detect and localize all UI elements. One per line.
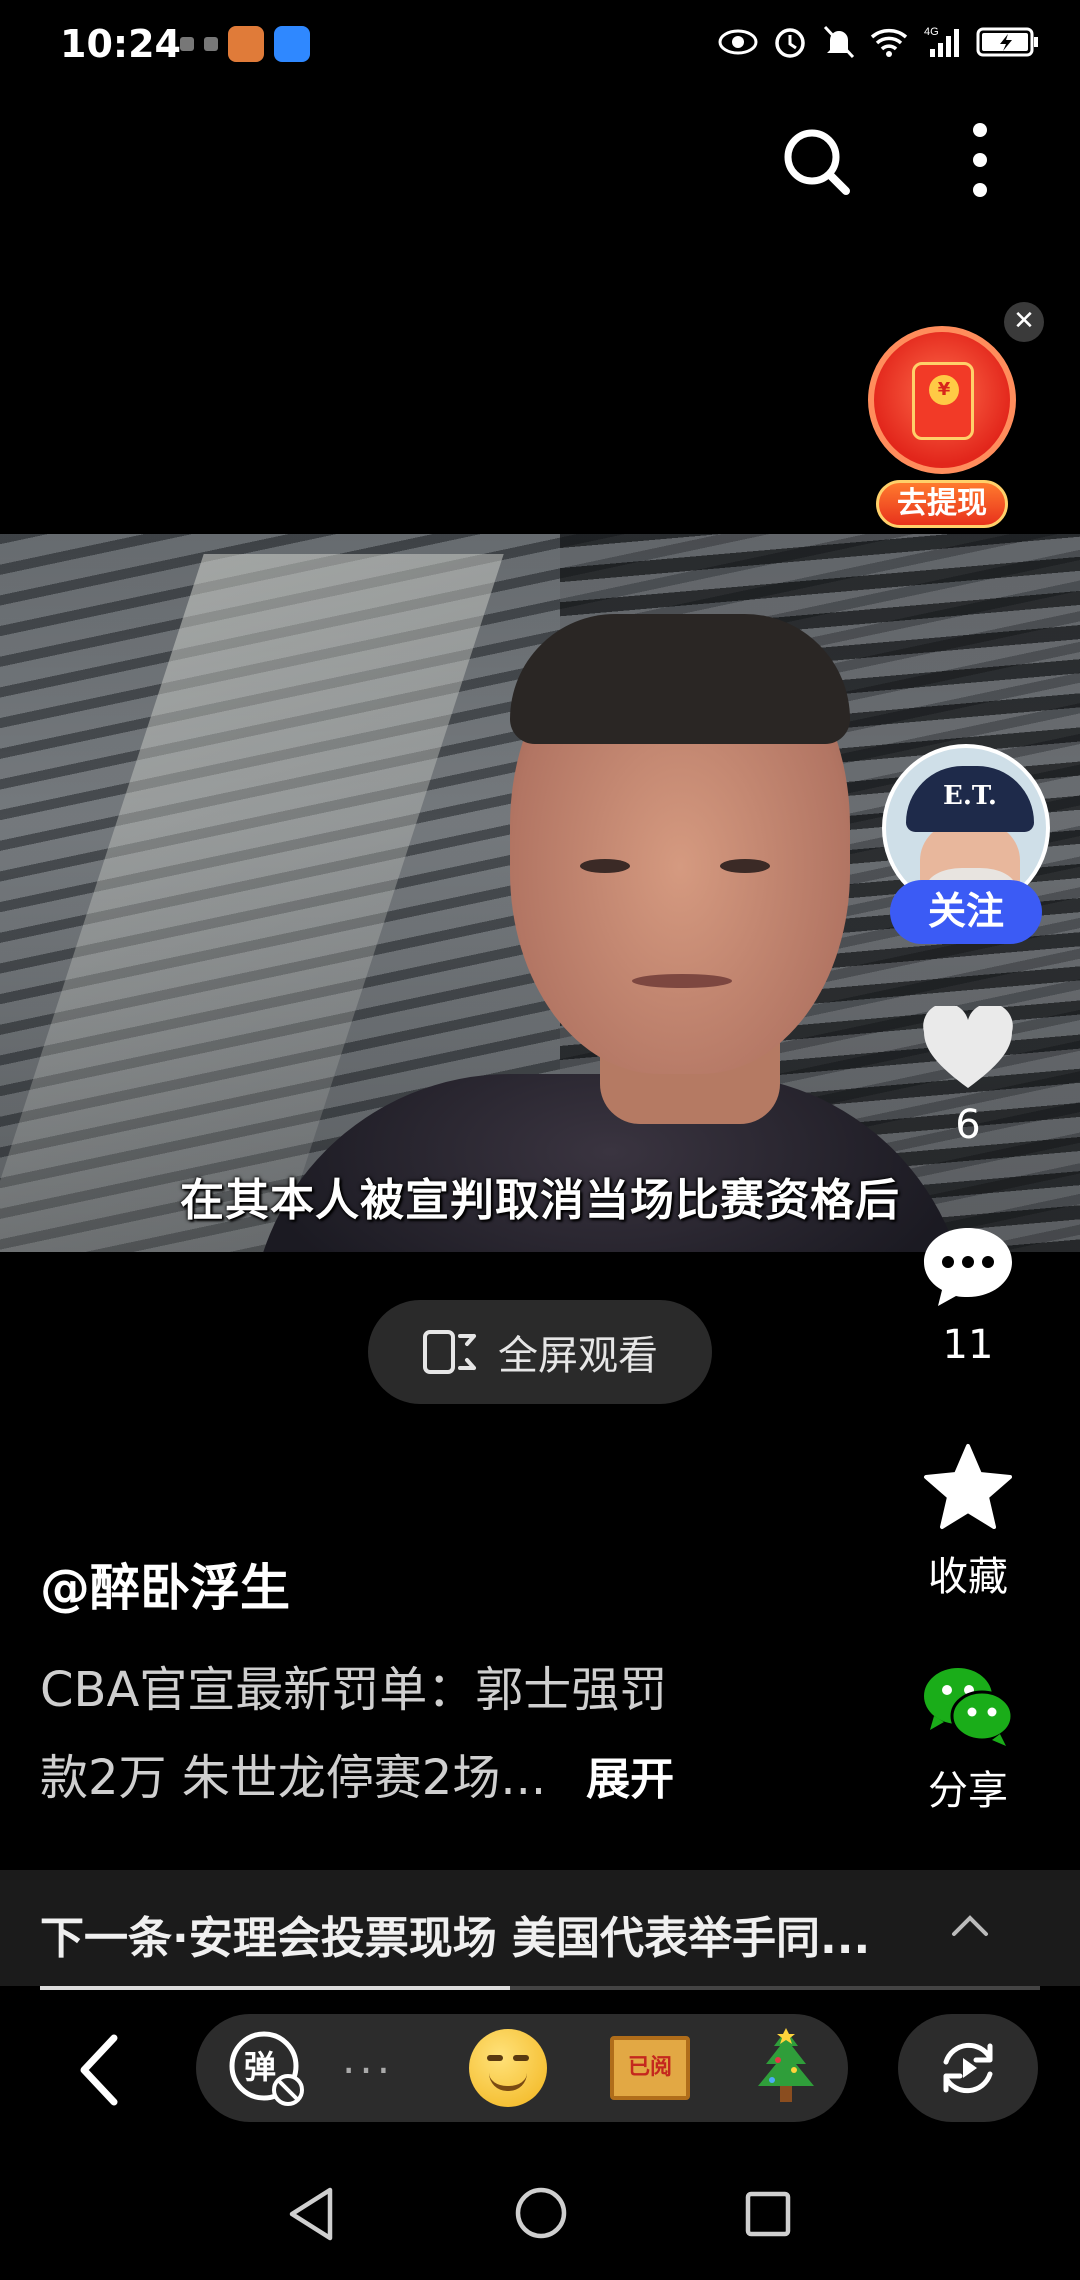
video-subtitle: 在其本人被宣判取消当场比赛资格后 [180,1175,900,1226]
read-tag-icon: 已阅 [610,2036,690,2100]
danmaku-off-icon: 弹 [229,2031,304,2106]
person-hair [510,614,850,744]
like-button[interactable]: 6 [900,1003,1036,1148]
system-status-icons: 4G [718,24,1040,60]
star-icon [924,1444,1012,1529]
post-description[interactable]: CBA官宣最新罚单：郭士强罚 款2万 朱世龙停赛2场... 展开 [40,1646,820,1824]
video-progress-bar[interactable] [40,1986,1040,1990]
comment-icon [924,1228,1012,1306]
person-eye-left [580,859,630,873]
expand-button[interactable]: 展开 [586,1754,674,1805]
red-packet-close-button[interactable]: ✕ [1004,302,1044,342]
app-notification-icon [228,26,264,62]
back-arrow-icon[interactable] [70,2030,130,2110]
nav-home-icon[interactable] [514,2186,568,2240]
video-progress-fill [40,1986,510,1990]
tree-emoji-button[interactable] [746,2028,826,2108]
replay-icon [943,2042,993,2094]
search-icon[interactable] [780,125,852,197]
red-packet-widget[interactable]: ¥ [868,326,1016,474]
signal-icon: 4G [924,26,959,57]
comment-button[interactable]: 11 [900,1222,1036,1368]
alarm-icon [775,28,805,58]
notification-square-icon [204,37,218,51]
danmaku-bar[interactable]: 弹 ... 已阅 [196,2014,848,2122]
smile-emoji-button[interactable] [468,2028,548,2108]
coin-icon: ¥ [929,375,959,405]
battery-icon [976,27,1038,57]
more-vertical-icon[interactable] [958,120,1002,200]
mute-icon [823,25,855,59]
like-count: 6 [955,1102,981,1148]
read-emoji-button[interactable]: 已阅 [610,2028,690,2108]
share-label: 分享 [928,1768,1008,1814]
author-name[interactable]: @醉卧浮生 [40,1548,290,1620]
danmaku-placeholder: ... [342,2034,395,2083]
fullscreen-button[interactable]: 全屏观看 [368,1300,712,1404]
description-line-1: CBA官宣最新罚单：郭士强罚 [40,1662,668,1718]
wechat-icon [924,1668,1014,1746]
favorite-button[interactable]: 收藏 [900,1442,1036,1602]
avatar-cap-text: E.T. [906,766,1034,832]
fullscreen-icon [423,1330,476,1374]
withdraw-button[interactable]: 去提现 [876,480,1008,528]
next-item-title: 下一条·安理会投票现场 美国代表举手同... [40,1913,871,1964]
nav-back-icon[interactable] [286,2186,336,2242]
favorite-label: 收藏 [928,1554,1008,1600]
replay-button[interactable] [898,2014,1038,2122]
status-bar: 10:24 4G [0,0,1080,96]
follow-button[interactable]: 关注 [890,880,1042,944]
notification-dot-icon [180,37,194,51]
eye-icon [718,29,758,55]
smile-emoji-icon [469,2029,547,2107]
browser-notification-icon [274,26,310,62]
person-eye-right [720,859,770,873]
person-mouth [632,974,732,988]
wifi-icon [870,29,908,57]
red-envelope-icon: ¥ [912,362,974,440]
description-line-2: 款2万 朱世龙停赛2场... [40,1750,547,1806]
share-button[interactable]: 分享 [900,1664,1036,1816]
fullscreen-label: 全屏观看 [498,1333,658,1379]
svg-text:弹: 弹 [244,2048,276,2086]
status-time: 10:24 [60,22,181,66]
svg-text:4G: 4G [924,26,939,38]
chevron-up-icon[interactable] [950,1910,990,1940]
comment-count: 11 [942,1322,994,1368]
danmaku-toggle[interactable]: 弹 [226,2028,306,2108]
heart-icon [923,1003,1013,1088]
nav-recent-icon[interactable] [744,2190,792,2238]
notification-icons [180,26,310,62]
next-item-bar[interactable]: 下一条·安理会投票现场 美国代表举手同... [0,1870,1080,1986]
christmas-tree-icon [758,2028,814,2102]
